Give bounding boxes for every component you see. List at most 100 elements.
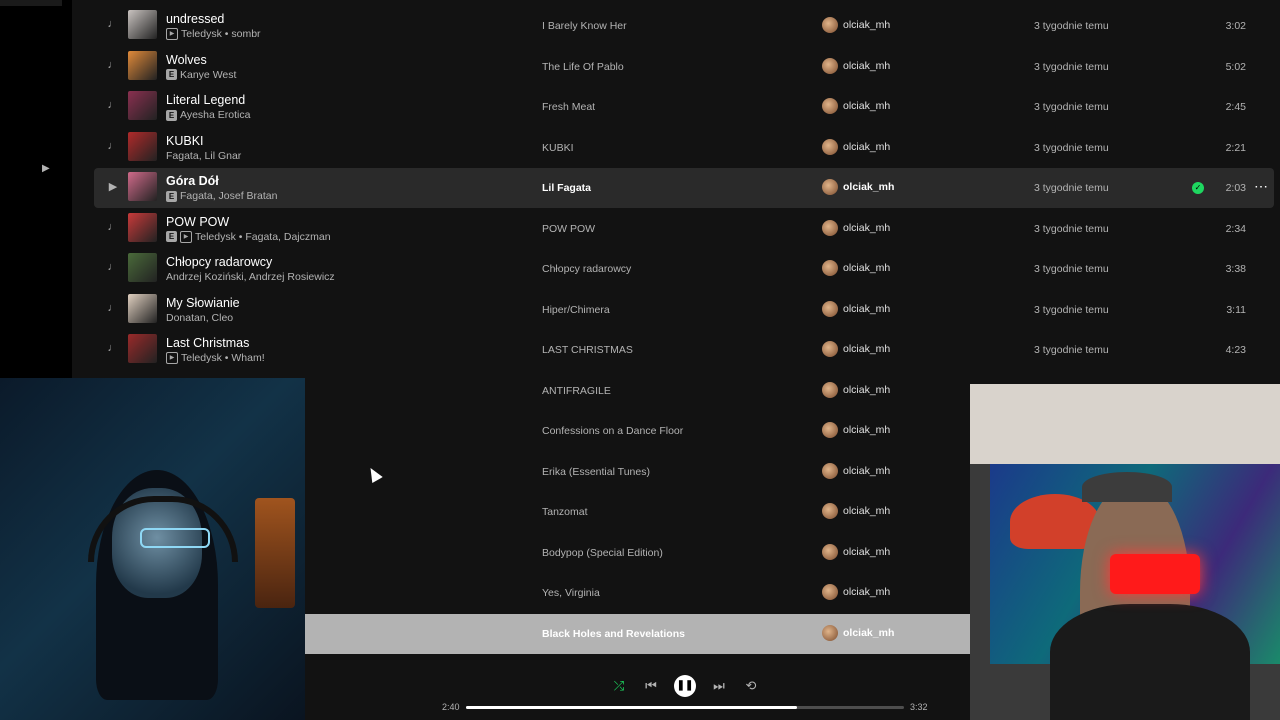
added-by-user[interactable]: olciak_mh [843, 627, 894, 639]
user-avatar [822, 381, 838, 398]
track-album[interactable]: The Life Of Pablo [542, 61, 624, 73]
track-meta: Donatan, Cleo [166, 312, 233, 324]
next-icon[interactable]: ⏭ [710, 678, 728, 694]
track-meta: E ▶ Teledysk • Fagata, Dajczman [166, 230, 331, 243]
track-title[interactable]: Wolves [166, 53, 207, 67]
added-by-user[interactable]: olciak_mh [843, 181, 894, 193]
track-album[interactable]: Hiper/Chimera [542, 304, 610, 316]
track-album[interactable]: Confessions on a Dance Floor [542, 425, 683, 437]
track-album[interactable]: LAST CHRISTMAS [542, 344, 633, 356]
play-icon[interactable]: ▶ [106, 180, 120, 193]
date-added: 3 tygodnie temu [1034, 60, 1109, 73]
track-index[interactable]: ♩ [106, 261, 120, 273]
added-by-user[interactable]: olciak_mh [843, 60, 890, 72]
track-title[interactable]: Literal Legend [166, 93, 245, 107]
more-options-icon[interactable]: ⋯ [1254, 178, 1268, 195]
added-by-user[interactable]: olciak_mh [843, 586, 890, 598]
track-album[interactable]: Fresh Meat [542, 101, 595, 113]
track-artist[interactable]: Teledysk • sombr [181, 28, 261, 40]
previous-icon[interactable]: ⏮ [642, 678, 660, 694]
track-duration: 3:38 [1225, 263, 1246, 275]
track-row[interactable]: ♩ POW POW E ▶ Teledysk • Fagata, Dajczman POW… [94, 209, 1274, 249]
added-by-user[interactable]: olciak_mh [843, 262, 890, 274]
added-by-user[interactable]: olciak_mh [843, 424, 890, 436]
track-artist[interactable]: Donatan, Cleo [166, 312, 233, 324]
pause-button[interactable]: ❚❚ [674, 675, 696, 697]
track-title[interactable]: Last Christmas [166, 336, 249, 350]
added-by-user[interactable]: olciak_mh [843, 505, 890, 517]
added-by-user[interactable]: olciak_mh [843, 546, 890, 558]
date-added: 3 tygodnie temu [1034, 101, 1109, 113]
added-by-user[interactable]: olciak_mh [843, 19, 890, 31]
track-row[interactable]: ▶ Góra Dół E Fagata, Josef Bratan Lil Fagata… [94, 168, 1274, 208]
date-added: 3 tygodnie temu [1034, 263, 1109, 275]
track-title[interactable]: Góra Dół [166, 174, 219, 188]
added-by: olciak_mh [822, 57, 890, 74]
track-duration: 2:34 [1225, 222, 1246, 235]
track-title[interactable]: KUBKI [166, 134, 204, 148]
repeat-icon[interactable]: ⟲ [742, 678, 760, 694]
track-row[interactable]: ♩ Literal Legend E Ayesha Erotica Fresh Meat… [94, 87, 1274, 127]
track-row[interactable]: ♩ Chłopcy radarowcy Andrzej Koziński, Andr… [94, 249, 1274, 289]
track-album[interactable]: Black Holes and Revelations [542, 628, 685, 640]
track-duration: 2:45 [1225, 101, 1246, 113]
sidebar-top-bar [0, 0, 62, 6]
added-by: olciak_mh [822, 219, 890, 236]
track-artist[interactable]: Fagata, Lil Gnar [166, 150, 241, 162]
track-album[interactable]: I Barely Know Her [542, 20, 627, 32]
track-title[interactable]: POW POW [166, 215, 229, 229]
track-artist[interactable]: Ayesha Erotica [180, 109, 250, 121]
track-row[interactable]: ♩ Last Christmas ▶ Teledysk • Wham! LAST CHR… [94, 330, 1274, 370]
track-artist[interactable]: Teledysk • Wham! [181, 352, 265, 364]
track-index[interactable]: ♩ [106, 221, 120, 233]
track-row[interactable]: ♩ My Słowianie Donatan, Cleo Hiper/Chimera o… [94, 290, 1274, 330]
track-title[interactable]: undressed [166, 12, 224, 26]
track-album[interactable]: POW POW [542, 223, 595, 235]
track-row[interactable]: ♩ Wolves E Kanye West The Life Of Pablo olcia… [94, 47, 1274, 87]
track-artist[interactable]: Kanye West [180, 69, 236, 81]
track-album[interactable]: Bodypop (Special Edition) [542, 547, 663, 559]
webcam-right [970, 384, 1280, 720]
track-album[interactable]: Yes, Virginia [542, 587, 600, 599]
shuffle-icon[interactable]: ⤮ [610, 678, 628, 694]
added-by-user[interactable]: olciak_mh [843, 465, 890, 477]
check-circle-icon[interactable]: ✓ [1192, 182, 1204, 194]
track-index[interactable]: ♩ [106, 302, 120, 314]
track-artist[interactable]: Andrzej Koziński, Andrzej Rosiewicz [166, 271, 335, 283]
playback-controls: ⤮ ⏮ ❚❚ ⏭ ⟲ 2:40 3:32 [420, 670, 940, 720]
track-album[interactable]: KUBKI [542, 142, 574, 154]
track-title[interactable]: My Słowianie [166, 296, 240, 310]
track-artist[interactable]: Teledysk • Fagata, Dajczman [195, 231, 331, 243]
track-meta: ▶ Teledysk • Wham! [166, 352, 265, 364]
track-index[interactable]: ♩ [106, 342, 120, 354]
album-cover [128, 91, 157, 120]
added-by-user[interactable]: olciak_mh [843, 303, 890, 315]
track-album[interactable]: Tanzomat [542, 506, 588, 518]
track-row[interactable]: ♩ KUBKI Fagata, Lil Gnar KUBKI olciak_mh 3 ty… [94, 128, 1274, 168]
track-album[interactable]: Erika (Essential Tunes) [542, 466, 650, 478]
track-index[interactable]: ♩ [106, 99, 120, 111]
explicit-badge: E [166, 231, 177, 242]
progress-bar[interactable] [466, 706, 904, 709]
track-index[interactable]: ♩ [106, 59, 120, 71]
user-avatar [822, 260, 838, 276]
track-title[interactable]: Chłopcy radarowcy [166, 255, 272, 269]
track-row[interactable]: ♩ undressed ▶ Teledysk • sombr I Barely Know… [94, 6, 1274, 46]
track-album[interactable]: Chłopcy radarowcy [542, 263, 631, 275]
track-artist[interactable]: Fagata, Josef Bratan [180, 190, 277, 202]
added-by-user[interactable]: olciak_mh [843, 100, 890, 112]
added-by-user[interactable]: olciak_mh [843, 343, 890, 355]
expand-chevron-icon[interactable]: ▶ [42, 163, 50, 174]
user-avatar [822, 624, 838, 641]
track-index[interactable]: ♩ [106, 140, 120, 152]
album-cover [128, 10, 157, 39]
added-by-user[interactable]: olciak_mh [843, 141, 890, 153]
album-cover [128, 212, 157, 242]
track-album[interactable]: Lil Fagata [542, 182, 591, 194]
date-added: 3 tygodnie temu [1034, 141, 1109, 154]
track-album[interactable]: ANTIFRAGILE [542, 385, 611, 397]
added-by-user[interactable]: olciak_mh [843, 384, 890, 396]
track-index[interactable]: ♩ [106, 18, 120, 30]
added-by-user[interactable]: olciak_mh [843, 222, 890, 234]
elapsed-time: 2:40 [442, 702, 460, 712]
